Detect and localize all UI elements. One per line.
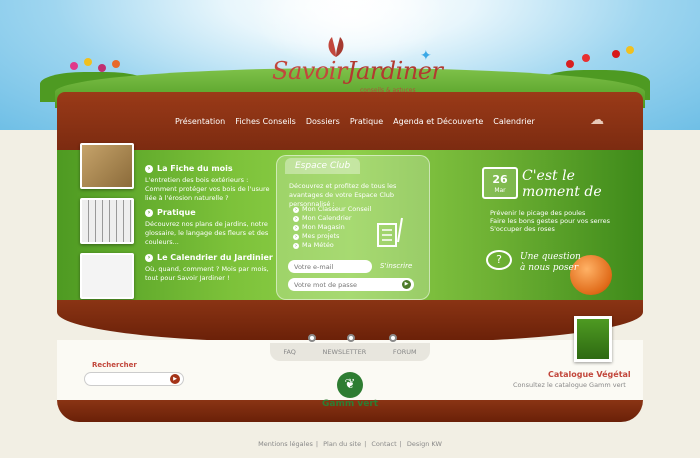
bullet-arrow-icon: › (293, 206, 299, 213)
subnav-newsletter[interactable]: NEWSLETTER (323, 348, 367, 356)
section-fiche-du-mois: › La Fiche du mois L'entretien des bois e… (145, 164, 275, 203)
section-title-text: Pratique (157, 208, 196, 217)
nav-dossiers[interactable]: Dossiers (301, 117, 345, 126)
flower-decoration (626, 46, 634, 54)
section-title-text: La Fiche du mois (157, 164, 233, 173)
nav-fiches-conseils[interactable]: Fiches Conseils (230, 117, 301, 126)
moment-title-line1: C'est le (522, 168, 575, 184)
section-pratique: › Pratique Découvrez nos plans de jardins… (145, 208, 275, 247)
notebook-pen-icon (377, 217, 403, 247)
flower-decoration (566, 60, 574, 68)
espace-club-list: › Mon Classeur Conseil › Mon Calendrier › M… (293, 205, 371, 250)
main-nav: Présentation Fiches Conseils Dossiers Pr… (170, 117, 540, 126)
login-submit-button[interactable]: ▶ (402, 280, 411, 289)
espace-club-title: Espace Club (285, 158, 361, 174)
flower-decoration (582, 54, 590, 62)
arrow-right-icon: › (145, 164, 153, 173)
footer-links: Mentions légales | Plan du site | Contact |… (258, 440, 442, 448)
nav-agenda[interactable]: Agenda et Découverte (388, 117, 488, 126)
tip-item[interactable]: Prévenir le picage des poules (490, 209, 610, 217)
subnav-forum[interactable]: FORUM (393, 348, 417, 356)
email-field[interactable] (288, 260, 372, 273)
list-item-label: Mes projets (302, 232, 340, 240)
question-line1: Une question (520, 252, 581, 262)
catalog-subtitle[interactable]: Consultez le catalogue Gamm vert (513, 381, 626, 389)
nav-calendrier[interactable]: Calendrier (488, 117, 540, 126)
question-link[interactable]: Une question à nous poser (520, 252, 581, 274)
nav-presentation[interactable]: Présentation (170, 117, 230, 126)
bird-icon: ✦ (420, 48, 432, 64)
tip-item[interactable]: S'occuper des roses (490, 225, 610, 233)
fiche-thumbnail[interactable] (80, 143, 134, 189)
pratique-thumbnail[interactable] (80, 198, 134, 244)
pin-icon (308, 334, 316, 342)
flower-decoration (612, 50, 620, 58)
weather-cloud-icon: ☁ (590, 112, 604, 128)
arrow-right-icon: › (145, 253, 153, 262)
section-calendrier: › Le Calendrier du Jardinier Où, quand, c… (145, 253, 275, 283)
moment-title-line2: moment de (522, 184, 602, 200)
footer-plan-du-site[interactable]: Plan du site (323, 440, 361, 448)
calendar-month: Mar (494, 187, 506, 194)
list-item[interactable]: › Mes projets (293, 232, 371, 241)
sub-nav: FAQ NEWSLETTER FORUM (270, 343, 430, 361)
register-link[interactable]: S'inscrire (380, 262, 412, 270)
list-item-label: Mon Calendrier (302, 214, 352, 222)
flower-decoration (70, 62, 78, 70)
footer-contact[interactable]: Contact (371, 440, 396, 448)
section-text: L'entretien des bois extérieurs : Commen… (145, 176, 270, 202)
section-title-text: Le Calendrier du Jardinier (157, 253, 273, 262)
leaf-logo-icon (328, 37, 344, 57)
flower-decoration (98, 64, 106, 72)
search-button[interactable]: ▶ (170, 374, 180, 384)
site-logo[interactable]: SavoirJardiner (272, 57, 443, 85)
moment-tips: Prévenir le picage des poules Faire les … (490, 209, 610, 233)
logo-part1: Savoir (272, 57, 347, 85)
flower-decoration (112, 60, 120, 68)
gamm-vert-logo-icon[interactable]: ❦ (337, 372, 363, 398)
list-item[interactable]: › Mon Magasin (293, 223, 371, 232)
footer-design-kw[interactable]: Design KW (407, 440, 442, 448)
nav-pratique[interactable]: Pratique (345, 117, 388, 126)
question-line2: à nous poser (520, 263, 579, 273)
list-item-label: Ma Météo (302, 241, 334, 249)
calendar-icon: 26 Mar (482, 167, 518, 199)
question-bubble-icon[interactable]: ? (486, 250, 512, 270)
password-field[interactable] (288, 278, 414, 291)
bullet-arrow-icon: › (293, 242, 299, 249)
calendrier-thumbnail[interactable] (80, 253, 134, 299)
section-text: Où, quand, comment ? Mois par mois, tout… (145, 265, 269, 282)
catalog-thumbnail[interactable] (574, 316, 612, 362)
section-text: Découvrez nos plans de jardins, notre gl… (145, 220, 269, 246)
bullet-arrow-icon: › (293, 215, 299, 222)
pin-icon (389, 334, 397, 342)
footer-mentions-legales[interactable]: Mentions légales (258, 440, 313, 448)
search-label: Rechercher (92, 361, 137, 369)
section-title[interactable]: › Le Calendrier du Jardinier (145, 253, 275, 262)
list-item[interactable]: › Mon Calendrier (293, 214, 371, 223)
list-item-label: Mon Classeur Conseil (302, 205, 372, 213)
subnav-faq[interactable]: FAQ (283, 348, 296, 356)
moment-title: C'est le moment de (522, 168, 602, 200)
pin-icon (347, 334, 355, 342)
bullet-arrow-icon: › (293, 233, 299, 240)
search-input[interactable] (84, 372, 184, 386)
section-title[interactable]: › La Fiche du mois (145, 164, 275, 173)
tagline: conseils & astuces (360, 87, 416, 94)
list-item[interactable]: › Mon Classeur Conseil (293, 205, 371, 214)
list-item-label: Mon Magasin (302, 223, 345, 231)
calendar-day: 26 (492, 173, 508, 186)
section-title[interactable]: › Pratique (145, 208, 275, 217)
tip-item[interactable]: Faire les bons gestes pour vos serres (490, 217, 610, 225)
partner-name[interactable]: Gamm vert (322, 399, 378, 409)
bullet-arrow-icon: › (293, 224, 299, 231)
list-item[interactable]: › Ma Météo (293, 241, 371, 250)
arrow-right-icon: › (145, 208, 153, 217)
flower-decoration (84, 58, 92, 66)
catalog-title[interactable]: Catalogue Végétal (548, 370, 631, 379)
